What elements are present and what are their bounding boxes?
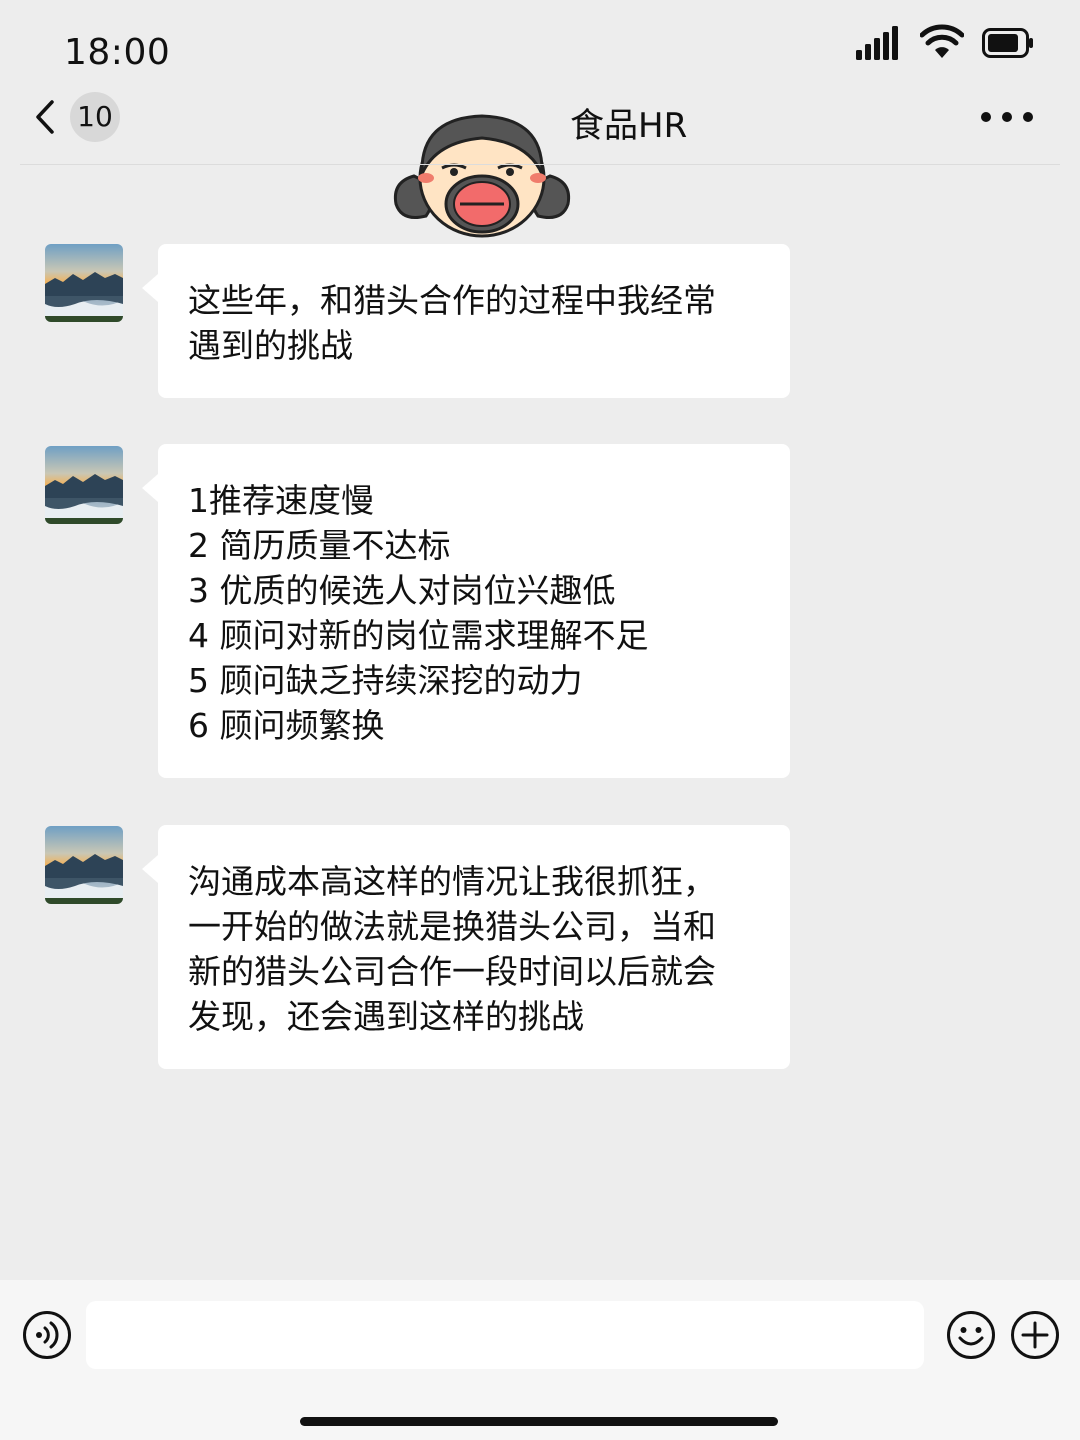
message-text-line: 沟通成本高这样的情况让我很抓狂， [188, 862, 716, 901]
signal-icon [856, 26, 898, 60]
message-text-line: 发现，还会遇到这样的挑战 [188, 997, 584, 1036]
status-bar: 18:00 [0, 0, 1080, 90]
message-bubble[interactable]: 沟通成本高这样的情况让我很抓狂， 一开始的做法就是换猎头公司，当和 新的猎头公司… [142, 825, 790, 1069]
chevron-left-icon[interactable] [34, 100, 56, 134]
voice-icon[interactable] [22, 1310, 72, 1360]
message-text-line: 6 顾问频繁换 [188, 706, 385, 745]
message-text-line: 遇到的挑战 [188, 326, 353, 365]
message-bubble[interactable]: 这些年，和猎头合作的过程中我经常 遇到的挑战 [142, 244, 790, 398]
more-horizontal-icon[interactable] [980, 110, 1034, 124]
message-text-line: 1推荐速度慢 [188, 481, 374, 520]
avatar[interactable] [45, 826, 123, 904]
message-text-line: 4 顾问对新的岗位需求理解不足 [188, 616, 649, 655]
message-text-line: 5 顾问缺乏持续深挖的动力 [188, 661, 583, 700]
message-input[interactable] [86, 1301, 924, 1369]
home-indicator[interactable] [300, 1417, 778, 1426]
avatar[interactable] [45, 446, 123, 524]
message-text-line: 一开始的做法就是换猎头公司，当和 [188, 907, 716, 946]
header-divider [20, 164, 1060, 165]
chat-header: 10 食品HR [0, 86, 1080, 238]
chat-title: 食品HR [570, 106, 688, 146]
mascot-sticker [393, 114, 571, 238]
message-bubble[interactable]: 1推荐速度慢 2 简历质量不达标 3 优质的候选人对岗位兴趣低 4 顾问对新的岗… [142, 444, 790, 778]
emoji-icon[interactable] [946, 1310, 996, 1360]
unread-count-badge[interactable]: 10 [70, 92, 120, 142]
wifi-icon [920, 24, 964, 58]
message-text-line: 新的猎头公司合作一段时间以后就会 [188, 952, 716, 991]
input-bar [0, 1280, 1080, 1440]
battery-icon [982, 28, 1033, 58]
status-time: 18:00 [64, 32, 171, 73]
message-text-line: 2 简历质量不达标 [188, 526, 451, 565]
message-text-line: 3 优质的候选人对岗位兴趣低 [188, 571, 616, 610]
avatar[interactable] [45, 244, 123, 322]
plus-circle-icon[interactable] [1010, 1310, 1060, 1360]
message-text-line: 这些年，和猎头合作的过程中我经常 [188, 281, 716, 320]
